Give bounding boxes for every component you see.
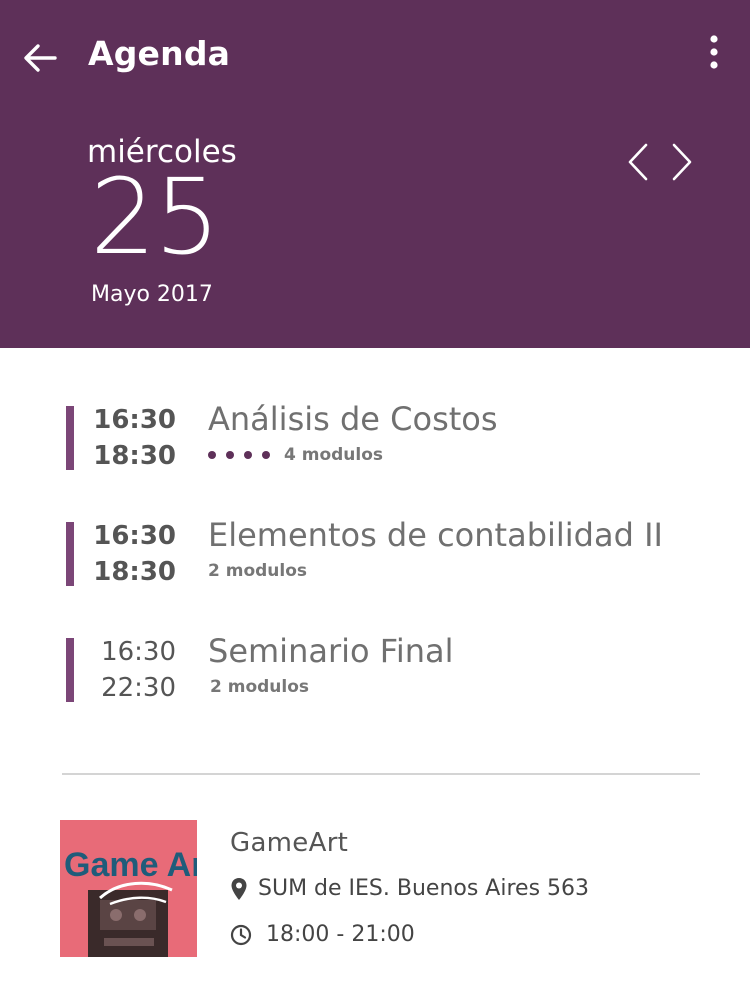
event-modules-count: 2 modulos — [208, 561, 308, 581]
back-button[interactable] — [18, 38, 62, 78]
section-divider — [62, 773, 700, 775]
module-progress-dots — [208, 451, 270, 459]
event-modules: 2 modulos — [208, 561, 307, 581]
event-modules-count: 2 modulos — [210, 677, 310, 697]
featured-event-time: 18:00 - 21:00 — [230, 922, 415, 947]
module-dot — [262, 451, 270, 459]
svg-text:Game Arts: Game Arts — [64, 846, 197, 884]
event-modules: 2 modulos — [210, 677, 309, 697]
event-times: 16:30 22:30 — [86, 634, 176, 706]
featured-event-title: GameArt — [230, 828, 349, 858]
featured-event-location: SUM de IES. Buenos Aires 563 — [230, 876, 589, 901]
chevron-right-icon — [672, 143, 692, 181]
agenda-screen: Agenda miércoles 25 Mayo 2017 16:30 18:3… — [0, 0, 750, 1000]
more-vertical-icon — [710, 35, 718, 69]
event-modules: 4 modulos — [208, 445, 383, 465]
event-accent-bar — [66, 638, 74, 702]
month-year-label: Mayo 2017 — [91, 282, 213, 307]
module-dot — [244, 451, 252, 459]
day-number: 25 — [90, 156, 220, 278]
event-title: Análisis de Costos — [208, 400, 498, 438]
event-modules-count: 4 modulos — [284, 445, 384, 465]
event-start-time: 16:30 — [93, 405, 176, 435]
clock-icon — [230, 924, 252, 945]
module-dot — [226, 451, 234, 459]
event-item[interactable]: 16:30 22:30 Seminario Final 2 modulos — [0, 632, 750, 703]
event-item[interactable]: 16:30 18:30 Análisis de Costos 4 modulos — [0, 400, 750, 471]
date-header: Agenda miércoles 25 Mayo 2017 — [0, 0, 750, 348]
time-range-text: 18:00 - 21:00 — [266, 922, 415, 947]
module-dot — [208, 451, 216, 459]
event-end-time: 18:30 — [93, 557, 176, 587]
event-accent-bar — [66, 522, 74, 586]
page-title: Agenda — [88, 34, 231, 73]
event-title: Elementos de contabilidad II — [208, 516, 663, 554]
event-accent-bar — [66, 406, 74, 470]
event-times: 16:30 18:30 — [86, 402, 176, 474]
event-end-time: 18:30 — [93, 441, 176, 471]
chevron-left-icon — [628, 143, 648, 181]
game-arts-logo: Game Arts — [60, 820, 197, 957]
event-start-time: 16:30 — [93, 521, 176, 551]
next-day-button[interactable] — [664, 140, 700, 184]
map-pin-icon — [231, 877, 247, 900]
arrow-left-icon — [24, 44, 57, 72]
event-title: Seminario Final — [208, 632, 454, 670]
event-item[interactable]: 16:30 18:30 Elementos de contabilidad II… — [0, 516, 750, 587]
event-end-time: 22:30 — [101, 673, 176, 703]
event-thumbnail: Game Arts — [60, 820, 197, 957]
previous-day-button[interactable] — [620, 140, 656, 184]
location-text: SUM de IES. Buenos Aires 563 — [258, 876, 590, 901]
featured-event-card[interactable]: Game Arts GameArt SUM de IES. Buenos Air… — [0, 820, 750, 960]
more-options-button[interactable] — [696, 30, 732, 74]
event-times: 16:30 18:30 — [86, 518, 176, 590]
event-start-time: 16:30 — [101, 637, 176, 667]
